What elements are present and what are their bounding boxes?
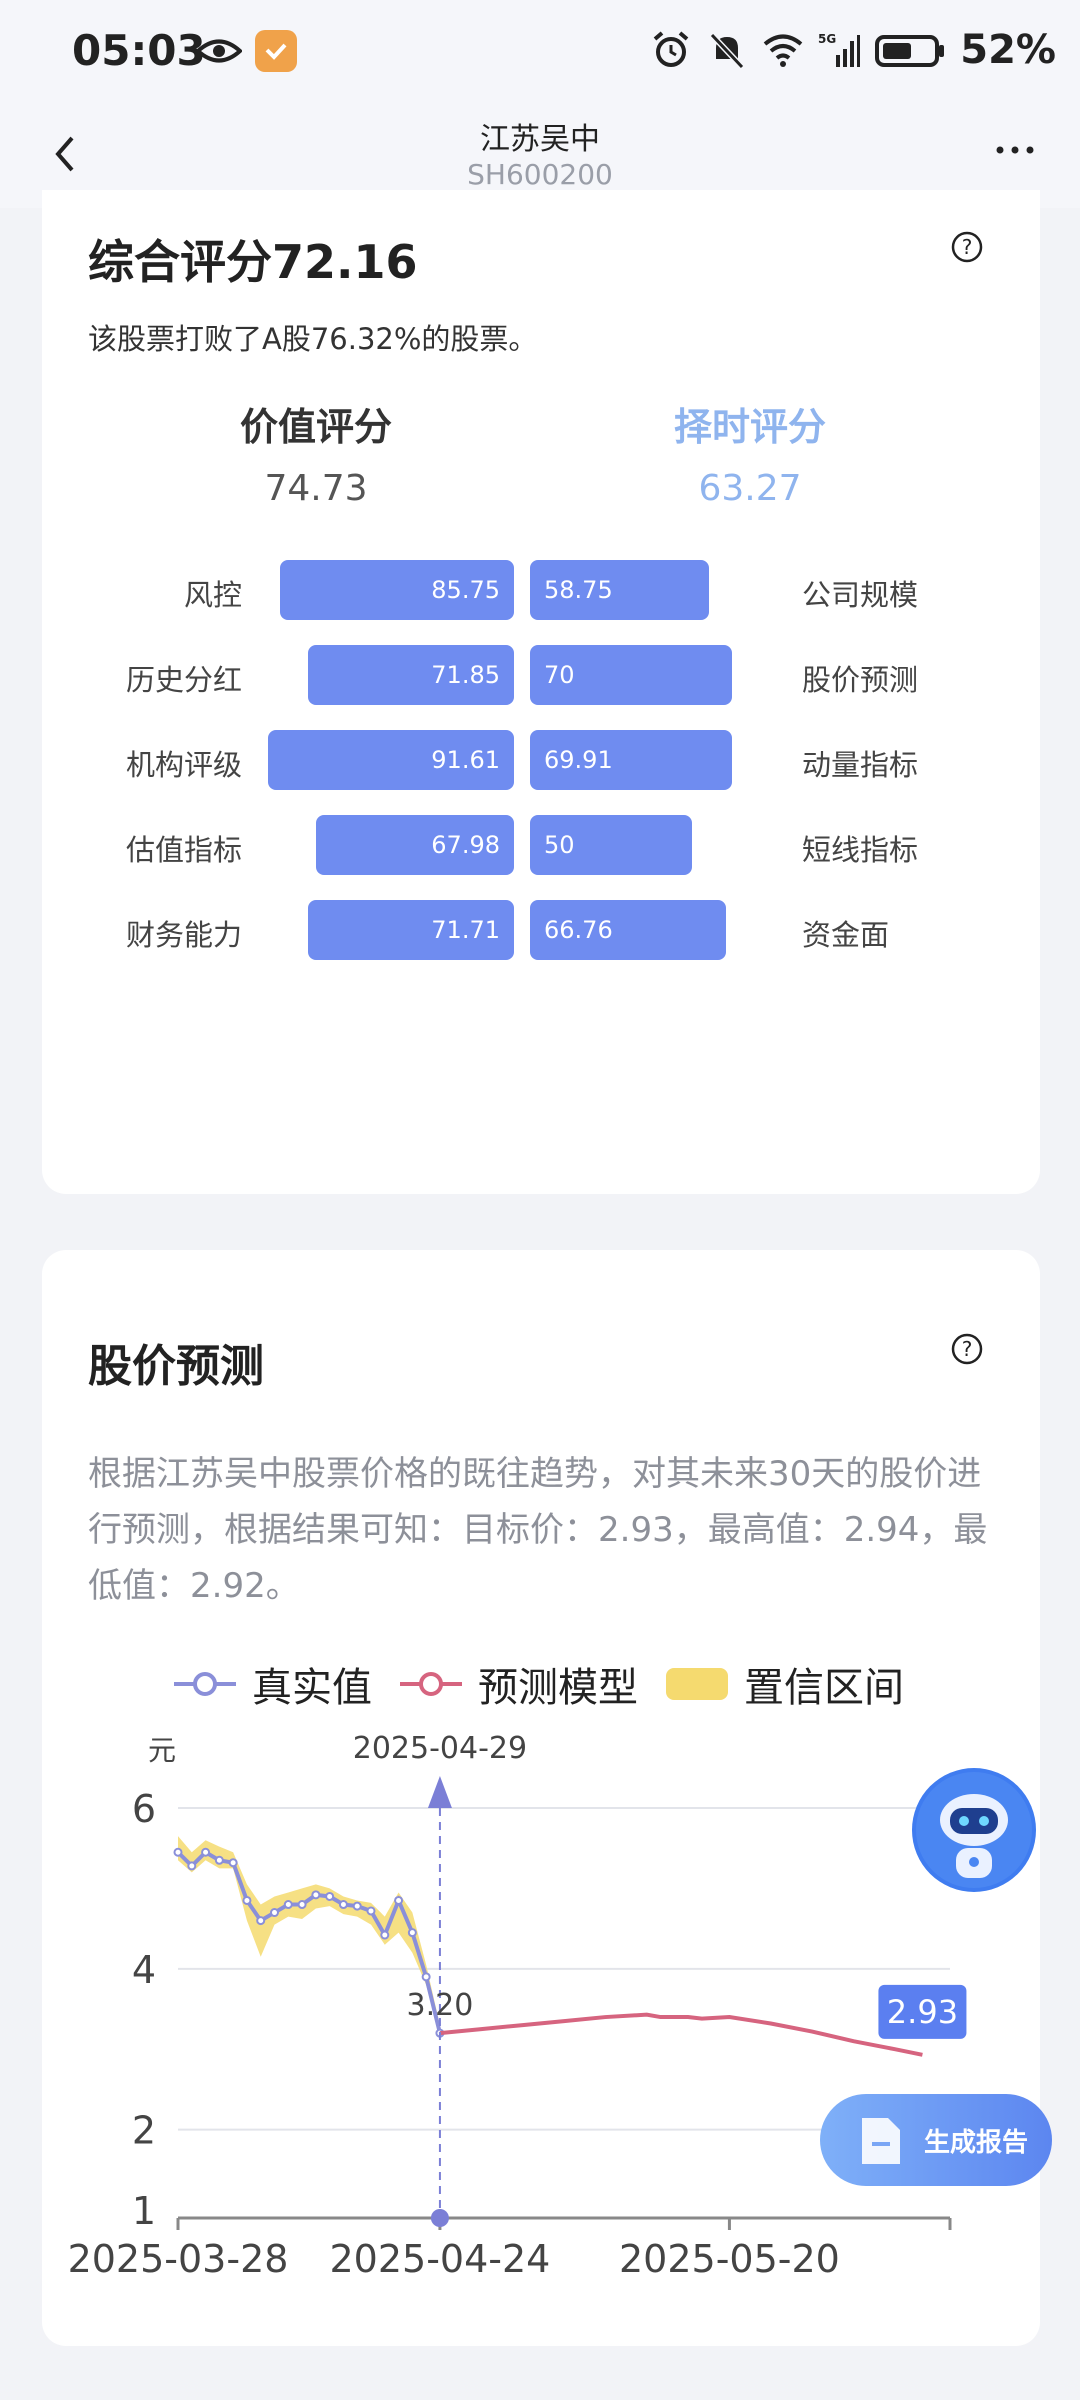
question-icon[interactable]: ? [950,230,984,264]
legend-band-label: 置信区间 [744,1665,904,1711]
cursor-date-label: 2025-04-29 [353,1731,527,1766]
score-bar-left: 91.61 [268,730,514,790]
score-label-left: 机构评级 [125,748,242,782]
score-label-left: 估值指标 [125,833,242,867]
question-icon[interactable]: ? [950,1332,984,1366]
actual-point [366,1906,376,1916]
actual-point [421,1972,431,1982]
score-label-right: 资金面 [802,918,890,952]
actual-point [394,1895,404,1905]
wifi-icon [763,34,803,67]
score-label-right: 公司规模 [802,578,919,612]
y-tick-label: 1 [132,2189,156,2233]
actual-point [311,1890,321,1900]
signal-5g-icon: 5G [818,32,861,67]
score-bar-left: 85.75 [280,560,514,620]
svg-text:?: ? [962,1337,973,1361]
stock-code: SH600200 [467,158,613,191]
value-score-heading: 价值评分 [239,405,392,449]
score-card: 综合评分72.16 ? 该股票打败了A股76.32%的股票。 价值评分 择时评分… [42,190,1040,1194]
actual-point [325,1891,335,1901]
score-bar-left: 71.71 [308,900,514,960]
score-label-left: 财务能力 [125,918,242,952]
x-tick-label: 2025-04-24 [330,2237,551,2281]
actual-point [352,1901,362,1911]
score-label-left: 历史分红 [125,663,242,697]
cursor-value-label: 3.20 [407,1988,474,2023]
prediction-title: 股价预测 [88,1341,264,1392]
page-title: 江苏吴中 [480,122,600,157]
generate-report-label: 生成报告 [924,2128,1029,2158]
legend-predicted-label: 预测模型 [478,1665,638,1711]
legend-band-swatch [666,1668,728,1700]
x-tick-label: 2025-03-28 [68,2237,289,2281]
confidence-band [178,1836,440,2038]
svg-text:5G: 5G [818,32,836,46]
actual-point [380,1930,390,1940]
actual-point [187,1861,197,1871]
actual-point [242,1895,252,1905]
legend-band[interactable]: 置信区间 [664,1655,904,1713]
score-description: 该股票打败了A股76.32%的股票。 [88,322,538,356]
legend-actual[interactable]: 真实值 [172,1655,372,1713]
y-tick-label: 6 [132,1787,156,1831]
end-value-label: 2.93 [887,1993,958,2031]
status-icons: 5G 52% [650,26,1056,74]
score-label-right: 股价预测 [802,663,919,697]
legend-actual-label: 真实值 [252,1665,372,1711]
legend-predicted-swatch [400,1672,462,1696]
overall-score-title: 综合评分72.16 [88,235,418,289]
score-bar-right: 66.76 [530,900,726,960]
score-label-left: 风控 [183,578,242,612]
battery-percent: 52% [960,27,1056,73]
actual-point [228,1858,238,1868]
actual-point [270,1908,279,1918]
score-bar-left: 67.98 [316,815,514,875]
actual-series-line [176,1849,442,2034]
generate-report-button[interactable]: 生成报告 [820,2094,1052,2186]
score-label-right: 动量指标 [802,748,919,782]
status-bar: 05:03 5G 52% [0,0,1080,100]
score-bar-right: 58.75 [530,560,709,620]
eye-icon [196,39,242,63]
price-prediction-chart[interactable]: 6 4 2 1 元 2025-03-28 2025-04-24 2025-05-20 2025-… [42,1730,1040,2330]
y-axis-label: 元 [148,1734,176,1767]
score-bar-right: 50 [530,815,692,875]
robot-assistant-icon[interactable] [912,1768,1036,1892]
alarm-icon [653,31,689,67]
actual-point [407,1928,417,1938]
app-badge-icon [255,30,297,72]
actual-point [201,1847,211,1857]
actual-point [256,1916,266,1926]
document-icon [862,2118,900,2164]
battery-icon [875,35,945,67]
actual-point [297,1900,307,1910]
legend-actual-swatch [174,1672,236,1696]
svg-text:?: ? [962,235,973,259]
score-bar-right: 69.91 [530,730,732,790]
mute-bell-icon [710,32,745,70]
more-horizontal-icon[interactable] [990,130,1040,170]
prediction-description: 根据江苏吴中股票价格的既往趋势，对其未来30天的股价进行预测，根据结果可知：目标… [88,1454,988,1606]
y-tick-label: 2 [132,2109,156,2153]
actual-point [173,1847,183,1857]
status-time: 05:03 [72,26,206,75]
score-label-right: 短线指标 [802,833,919,867]
value-score: 74.73 [264,468,368,509]
actual-point [338,1900,348,1910]
score-bar-right: 70 [530,645,732,705]
score-bar-left: 71.85 [308,645,514,705]
y-tick-label: 4 [132,1948,156,1992]
timing-score: 63.27 [698,468,802,509]
legend-predicted[interactable]: 预测模型 [398,1655,638,1713]
timing-score-heading: 择时评分 [673,405,826,449]
cursor-arrow [427,1776,452,1808]
chart-legend: 真实值 预测模型 置信区间 [172,1655,904,1713]
actual-point [283,1900,293,1910]
x-tick-label: 2025-05-20 [619,2237,840,2281]
predicted-series-line [439,2012,923,2057]
actual-point [214,1855,224,1865]
cursor-dot [430,2209,449,2227]
